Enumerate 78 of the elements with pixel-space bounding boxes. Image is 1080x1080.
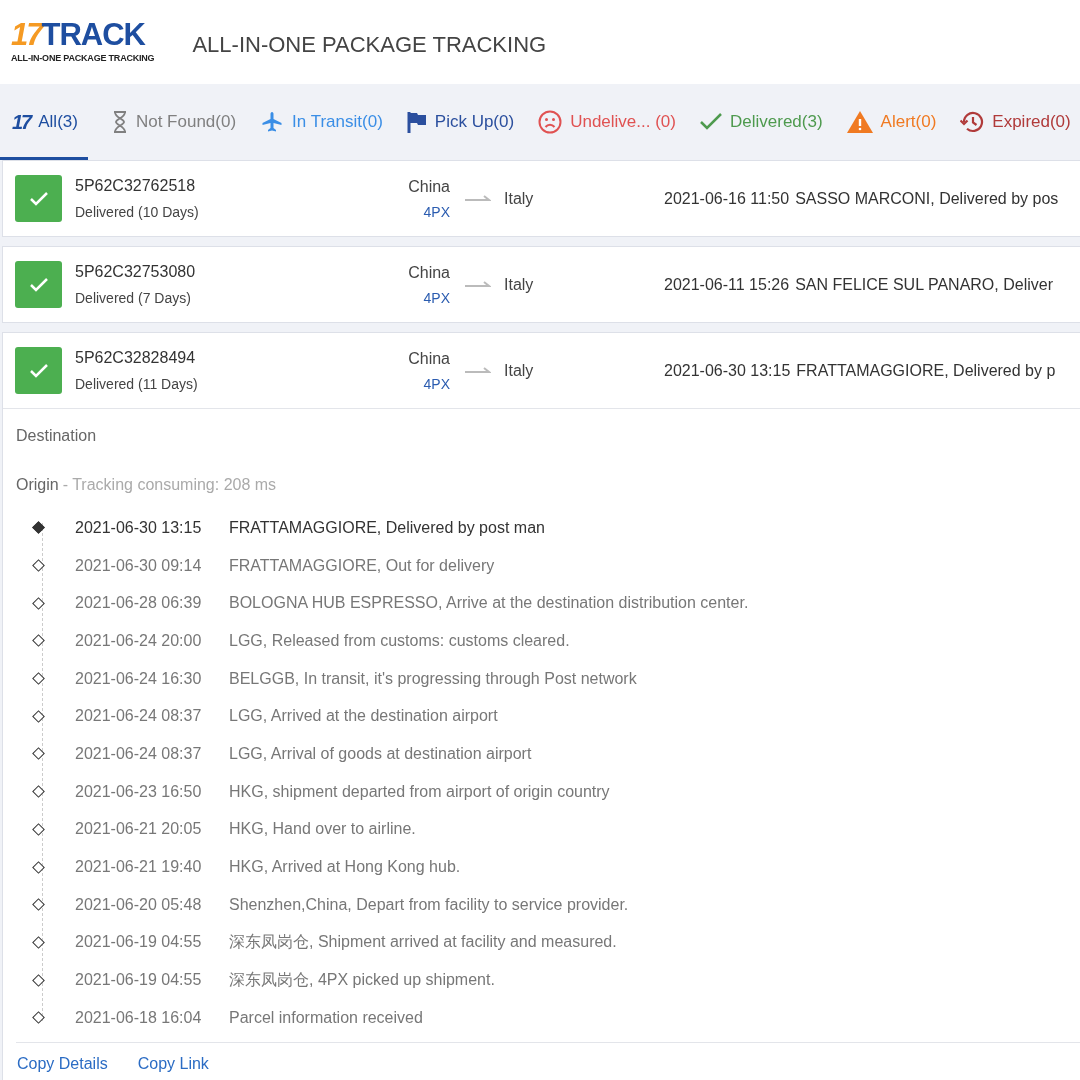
origin-country: China — [408, 262, 450, 283]
event-description: 深东凤岗仓, 4PX picked up shipment. — [229, 970, 495, 991]
logo-mark-icon: 17 — [12, 112, 31, 132]
event-description: Parcel information received — [229, 1007, 423, 1028]
event-description: FRATTAMAGGIORE, Delivered by post man — [229, 517, 545, 538]
latest-event-time: 2021-06-11 15:26 — [664, 274, 790, 295]
shipment-card[interactable]: 5P62C32753080 Delivered (7 Days) China 4PX Italy 2021-06-11 15:26 SAN FELICE SUL PANARO, Deliver — [2, 246, 1080, 323]
event-description: LGG, Arrival of goods at destination airport — [229, 743, 532, 764]
logo-tagline: ALL-IN-ONE PACKAGE TRACKING — [11, 51, 155, 65]
event-time: 2021-06-20 05:48 — [75, 894, 203, 915]
latest-event-text: SAN FELICE SUL PANARO, Deliver — [795, 274, 1053, 295]
delivery-status: Delivered (10 Days) — [75, 203, 200, 222]
delivered-status-icon — [15, 261, 62, 308]
latest-event-text: SASSO MARCONI, Delivered by pos — [795, 188, 1059, 209]
warning-icon — [846, 111, 873, 133]
delivered-status-icon — [15, 175, 62, 222]
status-tab[interactable]: Not Found(0) — [111, 84, 237, 160]
sad-face-icon — [538, 110, 563, 134]
event-time: 2021-06-19 04:55 — [75, 970, 203, 991]
delivered-status-icon — [15, 347, 62, 394]
carrier-name: 4PX — [423, 288, 450, 308]
event-time: 2021-06-24 08:37 — [75, 743, 203, 764]
event-time: 2021-06-21 19:40 — [75, 857, 203, 878]
origin-label: Origin — [16, 475, 59, 495]
tracking-time-note: - Tracking consuming: 208 ms — [62, 475, 277, 495]
history-icon — [960, 110, 985, 134]
checkmark-icon — [700, 113, 722, 131]
event-time: 2021-06-24 16:30 — [75, 668, 203, 689]
event-time: 2021-06-30 09:14 — [75, 555, 203, 576]
destination-country: Italy — [504, 360, 535, 381]
shipment-card[interactable]: 5P62C32762518 Delivered (10 Days) China 4PX Italy 2021-06-16 11:50 SASSO MARCONI, Delivered by pos — [2, 160, 1080, 237]
event-description: Shenzhen,China, Depart from facility to service provider. — [229, 894, 629, 915]
shipment-card[interactable] — [2, 332, 1080, 1080]
event-time: 2021-06-24 20:00 — [75, 630, 203, 651]
event-description: 深东凤岗仓, Shipment arrived at facility and measured. — [229, 932, 617, 953]
event-description: HKG, Arrived at Hong Kong hub. — [229, 857, 461, 878]
flag-icon — [406, 111, 427, 133]
destination-country: Italy — [504, 274, 535, 295]
status-tab[interactable]: In Transit(0) — [260, 84, 383, 160]
site-logo[interactable]: 17TRACK ALL-IN-ONE PACKAGE TRACKING — [11, 18, 155, 66]
status-tab[interactable]: Expired(0) — [960, 84, 1071, 160]
delivery-status: Delivered (11 Days) — [75, 375, 199, 394]
status-tab[interactable]: Delivered(3) — [700, 84, 823, 160]
destination-country: Italy — [504, 188, 535, 209]
event-description: HKG, Hand over to airline. — [229, 819, 416, 840]
latest-event-time: 2021-06-30 13:15 — [664, 360, 791, 381]
event-description: BOLOGNA HUB ESPRESSO, Arrive at the destination distribution center. — [229, 593, 749, 614]
event-time: 2021-06-24 08:37 — [75, 706, 203, 727]
copy-link[interactable]: Copy Link — [137, 1052, 209, 1077]
tracking-number: 5P62C32753080 — [75, 262, 197, 282]
hourglass-icon — [111, 111, 128, 133]
destination-label: Destination — [16, 426, 98, 446]
event-description: LGG, Arrived at the destination airport — [229, 706, 498, 727]
origin-country: China — [408, 176, 450, 197]
tracking-number: 5P62C32762518 — [75, 176, 197, 196]
event-time: 2021-06-23 16:50 — [75, 781, 203, 802]
event-description: BELGGB, In transit, it's progressing through Post network — [229, 668, 637, 689]
latest-event-time: 2021-06-16 11:50 — [664, 188, 790, 209]
latest-event-text: FRATTAMAGGIORE, Delivered by p — [796, 360, 1056, 381]
event-time: 2021-06-28 06:39 — [75, 593, 203, 614]
status-tab[interactable]: Undelive... (0) — [538, 84, 676, 160]
tracking-number: 5P62C32828494 — [75, 348, 197, 368]
event-time: 2021-06-30 13:15 — [75, 517, 203, 538]
carrier-name: 4PX — [423, 202, 450, 222]
origin-country: China — [408, 348, 450, 369]
event-description: HKG, shipment departed from airport of origin country — [229, 781, 610, 802]
status-tab[interactable]: Pick Up(0) — [406, 84, 515, 160]
airplane-icon — [260, 110, 285, 134]
event-time: 2021-06-18 16:04 — [75, 1007, 203, 1028]
delivery-status: Delivered (7 Days) — [75, 289, 192, 308]
logo-number: 17 — [11, 18, 42, 50]
event-time: 2021-06-19 04:55 — [75, 932, 203, 953]
copy-link[interactable]: Copy Details — [17, 1052, 108, 1077]
event-description: FRATTAMAGGIORE, Out for delivery — [229, 555, 495, 576]
page-title: ALL-IN-ONE PACKAGE TRACKING — [192, 30, 547, 59]
carrier-name: 4PX — [423, 374, 450, 394]
event-time: 2021-06-21 20:05 — [75, 819, 203, 840]
event-description: LGG, Released from customs: customs cleared. — [229, 630, 570, 651]
